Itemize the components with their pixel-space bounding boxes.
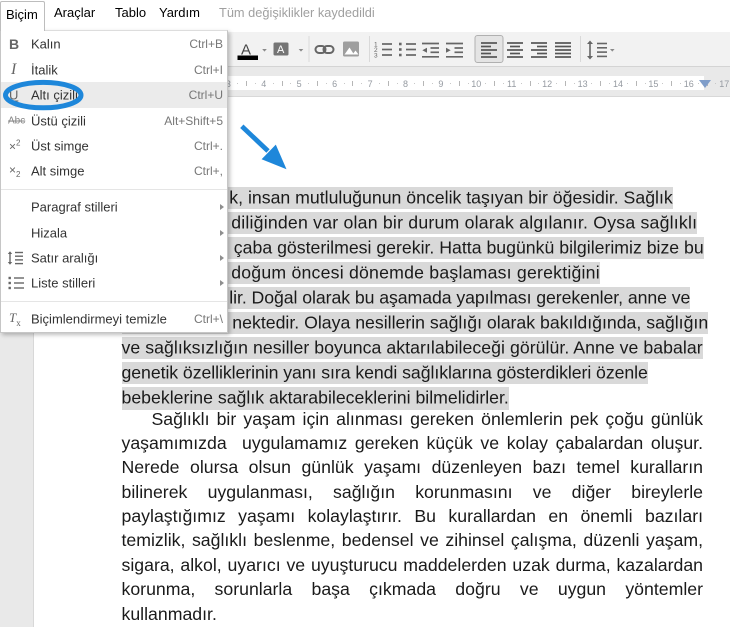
svg-text:A: A xyxy=(277,44,285,56)
svg-text:3: 3 xyxy=(374,53,378,60)
